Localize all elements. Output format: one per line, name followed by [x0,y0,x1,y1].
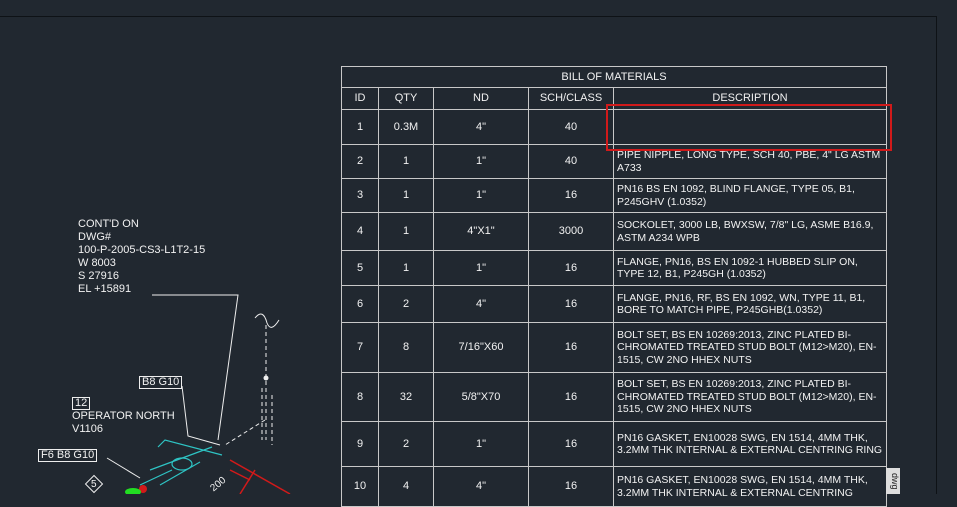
row-id: 5 [341,250,379,286]
tag-f6-b8-g10: F6 B8 G10 [38,449,98,462]
table-row: 10 4 4" 16 PN16 GASKET, EN10028 SWG, EN 1514… [341,466,887,507]
header-qty: QTY [378,87,434,110]
row-description: PN16 GASKET, EN10028 SWG, EN 1514, 4MM T… [613,466,887,507]
row-id: 6 [341,285,379,323]
row-qty: 8 [378,322,434,373]
tag-b8-g10: B8 G10 [139,376,183,389]
row-qty: 32 [378,372,434,422]
row-sch-class: 16 [528,372,614,422]
leader-line-f6 [106,457,141,479]
row-description: BOLT SET, BS EN 10269:2013, ZINC PLATED … [613,372,887,422]
header-id: ID [341,87,379,110]
file-tab-label[interactable]: dwg [886,468,900,494]
row-sch-class: 16 [528,466,614,507]
row-qty: 2 [378,285,434,323]
row-description: BOLT SET, BS EN 10269:2013, ZINC PLATED … [613,322,887,373]
row-description: SOCKOLET, 3000 LB, BWXSW, 7/8" LG, ASME … [613,212,887,251]
drawing-frame-right [936,16,937,494]
valve-symbol [139,439,223,486]
row-description: PN16 BS EN 1092, BLIND FLANGE, TYPE 05, … [613,178,887,213]
row-sch-class: 16 [528,250,614,286]
row-nd: 1" [433,421,529,467]
row-qty: 2 [378,421,434,467]
continuation-note: CONT'D ON DWG# 100-P-2005-CS3-L1T2-15 W … [78,218,206,295]
row-description: PN16 GASKET, EN10028 SWG, EN 1514, 4MM T… [613,421,887,467]
bill-of-materials-table: BILL OF MATERIALS ID QTY ND SCH/CLASS DE… [341,66,887,507]
row-sch-class: 3000 [528,212,614,251]
break-symbol [254,313,280,328]
row-sch-class: 16 [528,421,614,467]
row-nd: 4" [433,285,529,323]
table-row: 8 32 5/8"X70 16 BOLT SET, BS EN 10269:2013, … [341,372,887,422]
row-sch-class: 16 [528,285,614,323]
tag-5: 5 [91,479,97,490]
row-id: 2 [341,144,379,179]
tag-12: 12 [72,397,91,410]
row-sch-class: 16 [528,322,614,373]
table-row: 5 1 1" 16 FLANGE, PN16, BS EN 1092-1 HUBBED … [341,250,887,286]
row-description [613,109,887,145]
row-nd: 4" [433,466,529,507]
row-qty: 1 [378,178,434,213]
row-id: 9 [341,421,379,467]
table-row: 3 1 1" 16 PN16 BS EN 1092, BLIND FLANGE, TYP… [341,178,887,213]
table-row: 2 1 1" 40 PIPE NIPPLE, LONG TYPE, SCH 40, PB… [341,144,887,179]
dimension-lines [229,459,291,494]
row-nd: 1" [433,250,529,286]
row-sch-class: 40 [528,109,614,145]
table-row: 9 2 1" 16 PN16 GASKET, EN10028 SWG, EN 1514,… [341,421,887,467]
row-nd: 4"X1" [433,212,529,251]
row-id: 10 [341,466,379,507]
table-row: 4 1 4"X1" 3000 SOCKOLET, 3000 LB, BWXSW, 7/8… [341,212,887,251]
row-nd: 1" [433,178,529,213]
green-fitting [125,488,141,494]
row-id: 4 [341,212,379,251]
operator-note: OPERATOR NORTH V1106 [72,410,175,435]
row-description: FLANGE, PN16, RF, BS EN 1092, WN, TYPE 1… [613,285,887,323]
row-nd: 5/8"X70 [433,372,529,422]
row-qty: 1 [378,212,434,251]
table-row: 1 0.3M 4" 40 [341,109,887,145]
row-qty: 0.3M [378,109,434,145]
row-nd: 4" [433,109,529,145]
table-row: 6 2 4" 16 FLANGE, PN16, RF, BS EN 1092, WN, … [341,285,887,323]
row-description: FLANGE, PN16, BS EN 1092-1 HUBBED SLIP O… [613,250,887,286]
row-nd: 7/16"X60 [433,322,529,373]
row-description: PIPE NIPPLE, LONG TYPE, SCH 40, PBE, 4" … [613,144,887,179]
leader-line-b8 [181,385,221,446]
table-row: 7 8 7/16"X60 16 BOLT SET, BS EN 10269:2013, … [341,322,887,373]
row-qty: 1 [378,144,434,179]
row-id: 7 [341,322,379,373]
row-id: 1 [341,109,379,145]
header-sch-class: SCH/CLASS [528,87,614,110]
bom-title: BILL OF MATERIALS [341,66,887,88]
row-sch-class: 40 [528,144,614,179]
row-sch-class: 16 [528,178,614,213]
row-id: 3 [341,178,379,213]
row-qty: 1 [378,250,434,286]
row-id: 8 [341,372,379,422]
row-nd: 1" [433,144,529,179]
header-description: DESCRIPTION [613,87,887,110]
header-nd: ND [433,87,529,110]
row-qty: 4 [378,466,434,507]
node-point [263,375,269,381]
